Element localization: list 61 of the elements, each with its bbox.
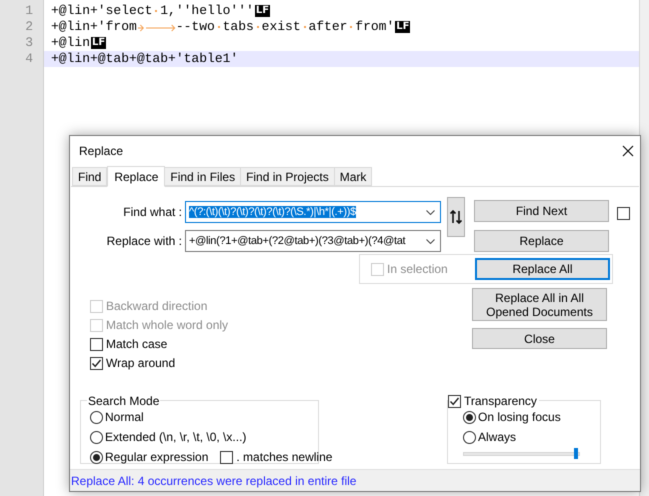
checkbox-label: Match whole word only: [106, 317, 228, 334]
code-text: exist: [262, 19, 301, 35]
dialog-button[interactable]: Find Next: [474, 200, 609, 222]
checkbox[interactable]: [220, 450, 234, 464]
line-number: 1: [25, 3, 33, 18]
line-number: 3: [25, 35, 33, 50]
code-text: tabs: [222, 19, 254, 35]
radio-button[interactable]: [90, 430, 103, 444]
checkbox-label: In selection: [387, 261, 448, 278]
code-text: --two: [176, 19, 215, 35]
code-text: +@lin: [51, 35, 90, 51]
radio-button[interactable]: [463, 410, 476, 424]
radio-button[interactable]: [90, 450, 103, 464]
replace-with-combobox[interactable]: +@lin(?1+@tab+(?2@tab+)(?3@tab+)(?4@tat: [185, 230, 441, 252]
dialog-button[interactable]: Replace All in All Opened Documents: [472, 288, 607, 321]
code-text: +@lin+'from: [51, 19, 137, 35]
checkbox-label: Match case: [106, 336, 168, 353]
code-text: +@lin+'select: [51, 3, 152, 19]
field-label: Find what :: [122, 204, 183, 221]
dialog-tab[interactable]: Find: [72, 167, 108, 186]
checkbox[interactable]: [90, 338, 103, 350]
radio-label: Extended (\n, \r, \t, \0, \x...): [105, 429, 246, 446]
radio-label: Always: [478, 429, 516, 446]
code-text: +@lin+@tab+@tab+'table1': [51, 51, 238, 67]
dialog-title: Replace: [79, 142, 124, 160]
dialog-button[interactable]: Replace All: [475, 258, 610, 280]
code-text: after: [308, 19, 348, 35]
checkbox-label: Wrap around: [106, 355, 176, 372]
dialog-tab[interactable]: Find in Files: [164, 167, 242, 186]
find-what-combobox[interactable]: ^(?:(\t)(\t)?(\t)?(\t)?(\t)?(\S.*)|\h*|(.+))$: [185, 201, 441, 223]
radio-button[interactable]: [463, 430, 476, 444]
checkbox[interactable]: [90, 356, 103, 370]
dialog-tab[interactable]: Find in Projects: [240, 167, 335, 186]
line-number: 2: [25, 19, 33, 34]
dropdown-caret-icon: [426, 210, 435, 214]
checkbox[interactable]: [617, 206, 630, 220]
field-label: Replace with :: [106, 233, 183, 250]
dialog-tab[interactable]: Mark: [334, 167, 372, 186]
dialog-tab[interactable]: Replace: [107, 166, 166, 187]
radio-label: On losing focus: [478, 409, 561, 426]
line-number: 4: [25, 51, 33, 66]
code-text: from': [355, 19, 394, 35]
radio-button[interactable]: [90, 410, 103, 424]
swap-button[interactable]: [447, 197, 465, 237]
checkbox-label: . matches newline: [236, 449, 332, 466]
slider-thumb[interactable]: [574, 448, 578, 459]
dropdown-caret-icon: [426, 238, 435, 244]
radio-label: Regular expression: [105, 449, 208, 466]
checkbox-label: Transparency: [464, 393, 537, 410]
eol-marker: LF: [395, 21, 410, 33]
radio-label: Normal: [105, 409, 144, 426]
eol-marker: LF: [254, 5, 270, 17]
checkbox-label: Backward direction: [106, 298, 208, 315]
checkbox[interactable]: [448, 394, 461, 408]
close-icon[interactable]: [622, 144, 634, 156]
code-text: 1,''hello''': [160, 3, 254, 19]
status-message: Replace All: 4 occurrences were replaced in entire file: [71, 472, 356, 490]
swap-arrows-icon: [450, 210, 462, 224]
eol-marker: LF: [91, 37, 106, 49]
dialog-button[interactable]: Close: [472, 328, 607, 349]
dialog-button[interactable]: Replace: [474, 230, 609, 252]
